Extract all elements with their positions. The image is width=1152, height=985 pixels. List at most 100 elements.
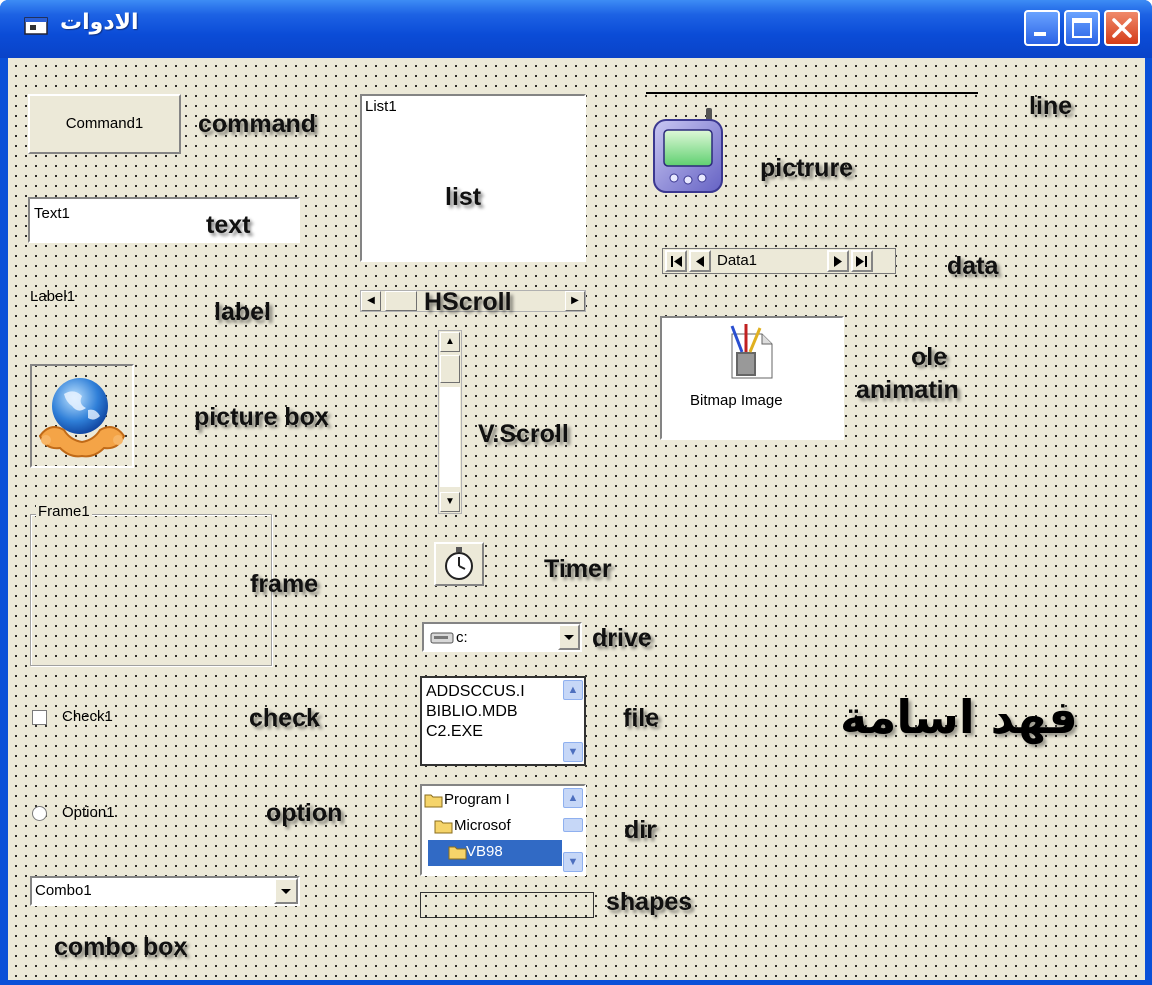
previous-record-icon bbox=[696, 256, 704, 267]
next-record-icon bbox=[834, 256, 842, 267]
caption-check: check bbox=[249, 704, 320, 732]
file-item[interactable]: ADDSCCUS.I bbox=[426, 682, 525, 702]
picture-box[interactable] bbox=[30, 364, 134, 468]
caption-timer: Timer bbox=[544, 555, 612, 583]
combo-value: Combo1 bbox=[35, 882, 92, 899]
caption-list: list bbox=[445, 183, 482, 211]
data-caption: Data1 bbox=[717, 252, 758, 269]
list-box[interactable]: List1 bbox=[360, 94, 586, 262]
caption-command: command bbox=[198, 110, 317, 138]
form-canvas: Command1 command Text1 text Label1 label bbox=[8, 58, 1145, 980]
scroll-down-button[interactable]: ▼ bbox=[563, 852, 583, 872]
chevron-down-icon bbox=[281, 889, 291, 894]
line-control[interactable] bbox=[646, 92, 978, 94]
vscroll-track[interactable] bbox=[440, 387, 460, 487]
maximize-icon bbox=[1072, 18, 1092, 38]
caption-line: line bbox=[1029, 92, 1073, 120]
last-record-icon bbox=[856, 256, 867, 267]
folder-open-icon bbox=[434, 820, 453, 834]
title-bar[interactable]: الادوات bbox=[0, 0, 1152, 58]
image-control[interactable] bbox=[650, 108, 730, 198]
scroll-down-button[interactable]: ▼ bbox=[440, 492, 460, 512]
move-last-button[interactable] bbox=[851, 250, 873, 272]
chevron-down-icon bbox=[564, 635, 574, 640]
label-control: Label1 bbox=[30, 288, 76, 305]
caption-frame: frame bbox=[250, 570, 319, 598]
dir-item[interactable]: Microsof bbox=[422, 814, 562, 840]
paint-bitmap-icon bbox=[730, 324, 773, 379]
move-previous-button[interactable] bbox=[689, 250, 711, 272]
caption-data: data bbox=[947, 252, 999, 280]
check-label: Check1 bbox=[62, 708, 113, 725]
frame-control[interactable] bbox=[30, 514, 272, 666]
file-list-box[interactable]: ADDSCCUS.I BIBLIO.MDB C2.EXE ▲ ▼ bbox=[420, 676, 586, 766]
first-record-icon bbox=[671, 256, 682, 267]
list-item[interactable]: List1 bbox=[365, 98, 397, 115]
drive-icon bbox=[430, 632, 454, 644]
move-first-button[interactable] bbox=[665, 250, 687, 272]
dir-list-box[interactable]: Program I Microsof VB98 ▲ ▼ bbox=[420, 784, 586, 876]
scroll-up-button[interactable]: ▲ bbox=[563, 788, 583, 808]
caption-dir: dir bbox=[624, 816, 656, 844]
scroll-up-button[interactable]: ▲ bbox=[563, 680, 583, 700]
form-icon bbox=[24, 17, 48, 35]
caption-drive: drive bbox=[592, 624, 652, 652]
close-button[interactable] bbox=[1104, 10, 1140, 46]
scroll-up-button[interactable]: ▲ bbox=[440, 332, 460, 352]
dir-item-selected[interactable]: VB98 bbox=[428, 840, 562, 866]
caption-shapes: shapes bbox=[606, 888, 693, 916]
data-control[interactable]: Data1 bbox=[662, 248, 896, 274]
file-list: ADDSCCUS.I BIBLIO.MDB C2.EXE bbox=[426, 682, 525, 742]
author-name: فهد اسامة bbox=[840, 690, 1078, 744]
shape-rectangle[interactable] bbox=[420, 892, 594, 918]
ole-container[interactable]: Bitmap Image bbox=[660, 316, 844, 440]
minimize-icon bbox=[1034, 32, 1046, 36]
caption-ole-1: ole bbox=[911, 343, 948, 371]
caption-file: file bbox=[623, 704, 660, 732]
drive-list-box[interactable]: c: bbox=[422, 622, 582, 652]
scroll-right-button[interactable]: ▶ bbox=[565, 291, 585, 311]
dir-list: Program I Microsof VB98 bbox=[422, 788, 562, 866]
timer-control[interactable] bbox=[434, 542, 484, 586]
scroll-thumb[interactable] bbox=[563, 818, 583, 832]
check-box[interactable]: Check1 bbox=[32, 708, 172, 728]
text-box[interactable]: Text1 bbox=[28, 197, 300, 243]
caption-picture: pictrure bbox=[760, 154, 854, 182]
file-item[interactable]: BIBLIO.MDB bbox=[426, 702, 525, 722]
folder-open-icon bbox=[448, 846, 467, 860]
vscroll-bar[interactable]: ▲ ▼ bbox=[438, 330, 462, 514]
window-title: الادوات bbox=[60, 10, 139, 35]
scroll-thumb[interactable] bbox=[385, 291, 417, 311]
caption-vscroll: V.Scroll bbox=[478, 420, 569, 448]
scroll-down-button[interactable]: ▼ bbox=[563, 742, 583, 762]
option-label: Option1 bbox=[62, 804, 115, 821]
caption-label: label bbox=[214, 298, 271, 326]
caption-hscroll: HScroll bbox=[424, 288, 512, 316]
ole-caption: Bitmap Image bbox=[690, 392, 783, 409]
minimize-button[interactable] bbox=[1024, 10, 1060, 46]
frame-caption: Frame1 bbox=[36, 503, 92, 520]
option-button[interactable]: Option1 bbox=[32, 804, 172, 824]
vb-form-window: الادوات Command1 command Text1 text Labe… bbox=[0, 0, 1152, 985]
dir-item[interactable]: Program I bbox=[422, 788, 562, 814]
vscroll-thumb[interactable] bbox=[440, 355, 460, 383]
stopwatch-icon bbox=[445, 547, 473, 580]
file-item[interactable]: C2.EXE bbox=[426, 722, 525, 742]
drive-value: c: bbox=[456, 629, 468, 646]
pda-phone-icon bbox=[653, 108, 723, 193]
close-icon bbox=[1112, 18, 1132, 38]
radio-circle bbox=[32, 806, 47, 821]
move-next-button[interactable] bbox=[827, 250, 849, 272]
combo-dropdown-button[interactable] bbox=[274, 878, 298, 904]
scroll-left-button[interactable]: ◀ bbox=[361, 291, 381, 311]
combo-box[interactable]: Combo1 bbox=[30, 876, 300, 906]
caption-ole-2: animatin bbox=[856, 376, 959, 404]
caption-option: option bbox=[266, 799, 343, 827]
drive-dropdown-button[interactable] bbox=[558, 624, 580, 650]
globe-hands-icon bbox=[38, 378, 126, 458]
folder-open-icon bbox=[424, 794, 443, 808]
caption-text: text bbox=[206, 211, 251, 239]
maximize-button[interactable] bbox=[1064, 10, 1100, 46]
caption-combo-box: combo box bbox=[54, 933, 188, 961]
command-button[interactable]: Command1 bbox=[28, 94, 181, 154]
